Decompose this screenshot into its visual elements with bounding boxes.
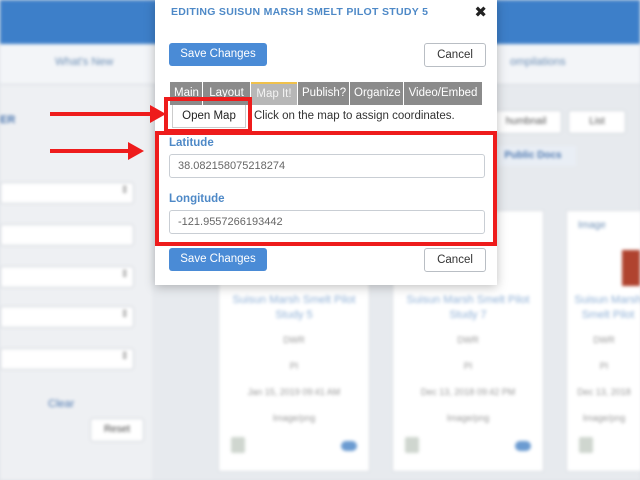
cloud-icon[interactable] bbox=[341, 441, 357, 451]
chevron-icon: ⇕ bbox=[120, 309, 129, 320]
thumbnail-image[interactable] bbox=[622, 250, 640, 286]
filter-select[interactable]: ⇕ bbox=[0, 306, 134, 328]
filter-select[interactable]: ⇕ bbox=[0, 266, 134, 288]
card-title[interactable]: Suisun Marsh Smelt Pilot bbox=[573, 293, 640, 323]
cloud-icon[interactable] bbox=[515, 441, 531, 451]
annotation-arrow-head-icon bbox=[128, 142, 144, 160]
image-label: Image bbox=[578, 220, 606, 231]
file-icon[interactable] bbox=[405, 437, 419, 453]
tab-video-embed[interactable]: Video/Embed bbox=[404, 82, 482, 105]
chevron-icon: ⇕ bbox=[120, 185, 129, 196]
chevron-icon: ⇕ bbox=[120, 269, 129, 280]
chevron-icon: ⇕ bbox=[120, 351, 129, 362]
highlight-box-open-map bbox=[164, 97, 252, 133]
filter-input[interactable] bbox=[0, 224, 134, 246]
tab-publish[interactable]: Publish? bbox=[298, 82, 349, 105]
save-changes-button-bottom[interactable]: Save Changes bbox=[169, 248, 267, 271]
tab-map-it[interactable]: Map It! bbox=[251, 82, 297, 105]
thumbnail-view-button[interactable]: humbnail bbox=[490, 110, 562, 134]
file-icon[interactable] bbox=[579, 437, 593, 453]
card-code: PI bbox=[599, 361, 609, 371]
nav-link-compilations[interactable]: ompilations bbox=[510, 56, 566, 68]
card-code: PI bbox=[289, 361, 299, 371]
close-icon[interactable]: ✖ bbox=[474, 3, 487, 21]
card-type: Image/png bbox=[272, 413, 316, 423]
card-type: Image/png bbox=[446, 413, 490, 423]
card-date: Dec 13, 2018 bbox=[577, 387, 631, 397]
filter-select[interactable]: ⇕ bbox=[0, 348, 134, 370]
reset-button[interactable]: Reset bbox=[90, 418, 144, 442]
clear-link[interactable]: Clear bbox=[48, 398, 74, 410]
save-changes-button-top[interactable]: Save Changes bbox=[169, 43, 267, 66]
card-title[interactable]: Suisun Marsh Smelt Pilot Study 5 bbox=[231, 293, 357, 323]
card-code: PI bbox=[463, 361, 473, 371]
filter-select[interactable]: ⇕ bbox=[0, 182, 134, 204]
sidebar-label: ER bbox=[0, 114, 16, 126]
modal-title: EDITING SUISUN MARSH SMELT PILOT STUDY 5 bbox=[171, 6, 429, 18]
nav-link-whats-new[interactable]: What's New bbox=[55, 56, 113, 68]
card-title[interactable]: Suisun Marsh Smelt Pilot Study 7 bbox=[405, 293, 531, 323]
card-date: Dec 13, 2018 09:42 PM bbox=[420, 387, 516, 397]
card-date: Jan 15, 2019 09:41 AM bbox=[247, 387, 341, 397]
card-source: DWR bbox=[283, 335, 305, 345]
file-icon[interactable] bbox=[231, 437, 245, 453]
map-hint-text: Click on the map to assign coordinates. bbox=[254, 110, 455, 122]
highlight-box-coordinates bbox=[155, 131, 497, 246]
annotation-arrow-line bbox=[50, 149, 132, 153]
annotation-arrow-head-icon bbox=[150, 105, 166, 123]
list-view-button[interactable]: List bbox=[568, 110, 626, 134]
cancel-button-bottom[interactable]: Cancel bbox=[424, 248, 486, 272]
tab-organize[interactable]: Organize bbox=[350, 82, 403, 105]
annotation-arrow-line bbox=[50, 112, 154, 116]
card-source: DWR bbox=[593, 335, 615, 345]
card-type: Image/png bbox=[582, 413, 626, 423]
card-source: DWR bbox=[457, 335, 479, 345]
cancel-button-top[interactable]: Cancel bbox=[424, 43, 486, 67]
public-docs-tab[interactable]: Public Docs bbox=[490, 146, 576, 166]
